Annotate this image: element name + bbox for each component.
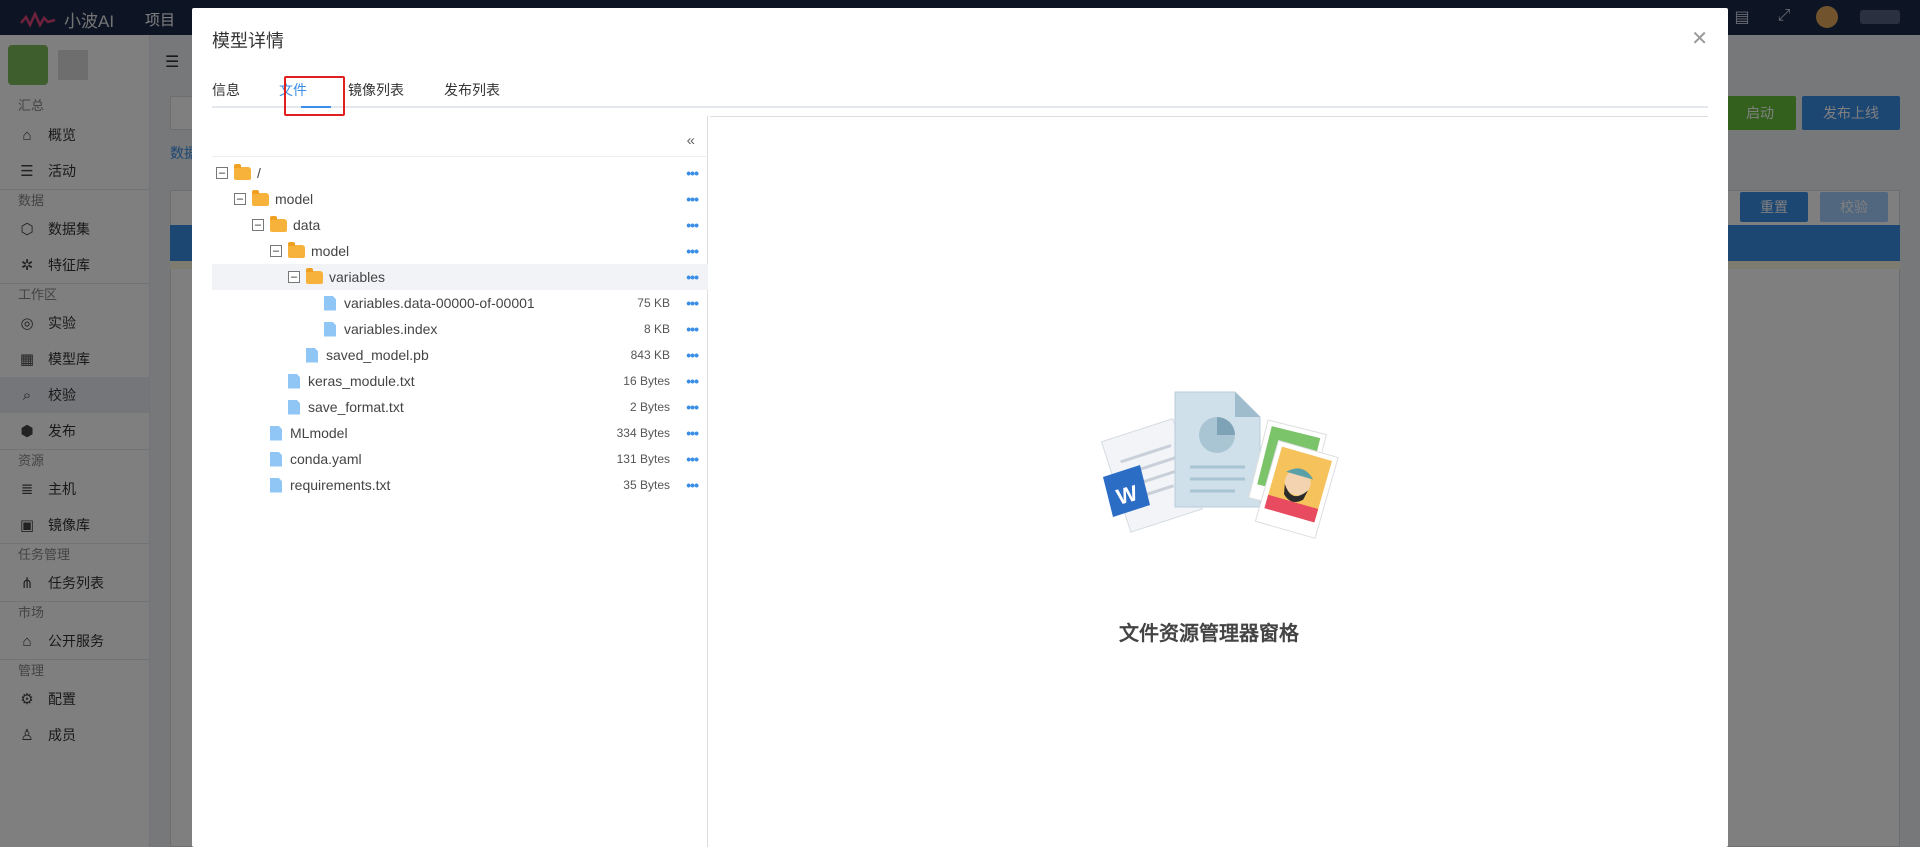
model-details-dialog: 模型详情 ✕ 信息 文件 镜像列表 发布列表 « − / ••• − model ••• −…	[192, 8, 1728, 847]
more-actions-icon[interactable]: •••	[686, 269, 699, 285]
folder-open-icon	[288, 241, 305, 258]
tree-file-row[interactable]: requirements.txt 35 Bytes •••	[212, 472, 708, 498]
file-size: 334 Bytes	[616, 426, 670, 440]
more-actions-icon[interactable]: •••	[686, 425, 699, 441]
close-icon[interactable]: ✕	[1691, 26, 1708, 51]
file-icon	[270, 451, 282, 467]
tree-node-name[interactable]: variables	[329, 269, 385, 285]
file-icon	[306, 347, 318, 363]
file-size: 8 KB	[643, 322, 670, 336]
more-actions-icon[interactable]: •••	[686, 451, 699, 467]
tree-node-name[interactable]: keras_module.txt	[308, 373, 415, 389]
more-actions-icon[interactable]: •••	[686, 191, 699, 207]
collapse-node-icon[interactable]: −	[234, 193, 246, 205]
tree-file-row[interactable]: MLmodel 334 Bytes •••	[212, 420, 708, 446]
more-actions-icon[interactable]: •••	[686, 477, 699, 493]
file-size: 75 KB	[637, 296, 670, 310]
more-actions-icon[interactable]: •••	[686, 165, 699, 181]
folder-open-icon	[234, 163, 251, 180]
file-tree: − / ••• − model ••• − data ••• − model ••• − variable…	[212, 160, 708, 498]
more-actions-icon[interactable]: •••	[686, 347, 699, 363]
file-size: 131 Bytes	[616, 452, 670, 466]
file-tree-pane: « − / ••• − model ••• − data ••• − model ••• − variab…	[212, 116, 708, 847]
more-actions-icon[interactable]: •••	[686, 217, 699, 233]
tree-folder-row[interactable]: − model •••	[212, 238, 708, 264]
tree-folder-row[interactable]: − / •••	[212, 160, 708, 186]
tree-file-row[interactable]: conda.yaml 131 Bytes •••	[212, 446, 708, 472]
divider	[212, 156, 708, 157]
more-actions-icon[interactable]: •••	[686, 373, 699, 389]
tree-node-name[interactable]: requirements.txt	[290, 477, 390, 493]
folder-open-icon	[252, 189, 269, 206]
tree-node-name[interactable]: variables.data-00000-of-00001	[344, 295, 535, 311]
tree-node-name[interactable]: save_format.txt	[308, 399, 404, 415]
collapse-pane-icon[interactable]: «	[687, 132, 695, 149]
dialog-tabs: 信息 文件 镜像列表 发布列表	[212, 60, 1708, 116]
tree-folder-row[interactable]: − variables •••	[212, 264, 708, 290]
collapse-node-icon[interactable]: −	[288, 271, 300, 283]
file-icon	[324, 321, 336, 337]
file-icon	[288, 399, 300, 415]
tree-node-name[interactable]: MLmodel	[290, 425, 348, 441]
tree-file-row[interactable]: saved_model.pb 843 KB •••	[212, 342, 708, 368]
tab-image-list[interactable]: 镜像列表	[348, 80, 404, 100]
file-size: 16 Bytes	[623, 374, 670, 388]
tree-file-row[interactable]: variables.index 8 KB •••	[212, 316, 708, 342]
folder-open-icon	[270, 215, 287, 232]
tree-node-name[interactable]: model	[311, 243, 349, 259]
tree-node-name[interactable]: /	[257, 165, 261, 181]
more-actions-icon[interactable]: •••	[686, 295, 699, 311]
folder-open-icon	[306, 267, 323, 284]
tree-node-name[interactable]: conda.yaml	[290, 451, 362, 467]
collapse-node-icon[interactable]: −	[252, 219, 264, 231]
file-size: 2 Bytes	[629, 400, 670, 414]
tab-info[interactable]: 信息	[212, 80, 240, 100]
highlight-box	[284, 76, 345, 116]
file-size: 843 KB	[630, 348, 670, 362]
file-icon	[288, 373, 300, 389]
tree-folder-row[interactable]: − data •••	[212, 212, 708, 238]
file-icon	[270, 425, 282, 441]
tree-node-name[interactable]: data	[293, 217, 320, 233]
more-actions-icon[interactable]: •••	[686, 243, 699, 259]
tree-node-name[interactable]: saved_model.pb	[326, 347, 429, 363]
file-icon	[270, 477, 282, 493]
files-illustration-icon: W	[1100, 391, 1339, 539]
collapse-node-icon[interactable]: −	[270, 245, 282, 257]
tree-node-name[interactable]: variables.index	[344, 321, 437, 337]
tree-folder-row[interactable]: − model •••	[212, 186, 708, 212]
file-preview-pane: W 文件资源管理器窗格	[710, 116, 1708, 847]
tree-file-row[interactable]: keras_module.txt 16 Bytes •••	[212, 368, 708, 394]
more-actions-icon[interactable]: •••	[686, 321, 699, 337]
file-icon	[324, 295, 336, 311]
tree-node-name[interactable]: model	[275, 191, 313, 207]
tab-publish-list[interactable]: 发布列表	[444, 80, 500, 100]
tree-file-row[interactable]: variables.data-00000-of-00001 75 KB •••	[212, 290, 708, 316]
dialog-title: 模型详情	[212, 31, 284, 51]
more-actions-icon[interactable]: •••	[686, 399, 699, 415]
preview-pane-label: 文件资源管理器窗格	[1119, 623, 1299, 645]
tree-file-row[interactable]: save_format.txt 2 Bytes •••	[212, 394, 708, 420]
collapse-node-icon[interactable]: −	[216, 167, 228, 179]
file-size: 35 Bytes	[623, 478, 670, 492]
